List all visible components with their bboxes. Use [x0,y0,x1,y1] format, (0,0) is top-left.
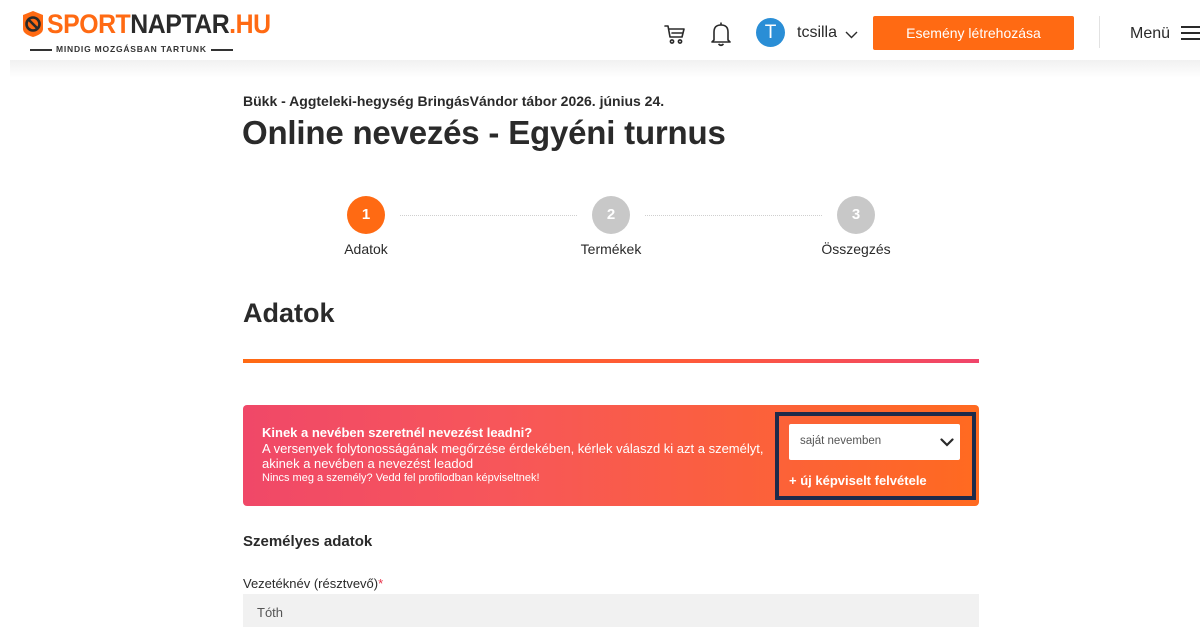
page-title: Online nevezés - Egyéni turnus [242,114,726,151]
chevron-down-icon [940,438,954,447]
header-divider [1099,16,1100,48]
required-mark: * [378,576,384,591]
stepper-connector [400,215,577,216]
event-name: Bükk - Aggteleki-hegység BringásVándor t… [243,93,665,109]
step-2-indicator: 2 [592,196,630,234]
section-divider [243,359,979,363]
representative-banner: Kinek a nevében szeretnél nevezést leadn… [243,405,979,506]
representative-hint: Nincs meg a személy? Vedd fel profilodba… [262,472,540,484]
menu-label[interactable]: Menü [1130,25,1170,43]
representative-select-value: saját nevemben [800,435,882,447]
personal-data-title: Személyes adatok [243,533,373,550]
stepper-connector [645,215,822,216]
logo-wordmark: SPORTNAPTAR.HU [47,9,271,39]
bell-icon[interactable] [710,21,732,47]
avatar[interactable]: T [756,18,785,47]
step-2-label: Termékek [580,241,642,257]
representative-question: Kinek a nevében szeretnél nevezést leadn… [262,425,533,440]
hamburger-menu-icon[interactable] [1181,26,1200,40]
representative-description: A versenyek folytonosságának megőrzése é… [262,441,764,471]
step-1-indicator[interactable]: 1 [347,196,385,234]
logo-badge-icon [23,11,43,37]
username[interactable]: tcsilla [797,24,837,42]
cart-icon[interactable] [663,22,687,46]
header-shadow [10,60,1200,78]
logo-tagline: MINDIG MOZGÁSBAN TARTUNK [26,44,237,54]
lastname-input[interactable] [243,594,979,627]
step-1-label: Adatok [344,241,388,257]
section-title: Adatok [243,298,335,328]
lastname-label: Vezetéknév (résztvevő)* [243,576,384,591]
step-3-label: Összegzés [821,241,891,257]
sportnaptar-logo[interactable]: SPORTNAPTAR.HU MINDIG MOZGÁSBAN TARTUNK [22,9,271,58]
add-representative-link[interactable]: + új képviselt felvétele [789,473,927,488]
create-event-button[interactable]: Esemény létrehozása [873,16,1074,50]
chevron-down-icon[interactable] [845,31,858,39]
step-3-indicator: 3 [837,196,875,234]
representative-select[interactable]: saját nevemben [789,424,960,460]
site-header: SPORTNAPTAR.HU MINDIG MOZGÁSBAN TARTUNK … [0,0,1200,62]
